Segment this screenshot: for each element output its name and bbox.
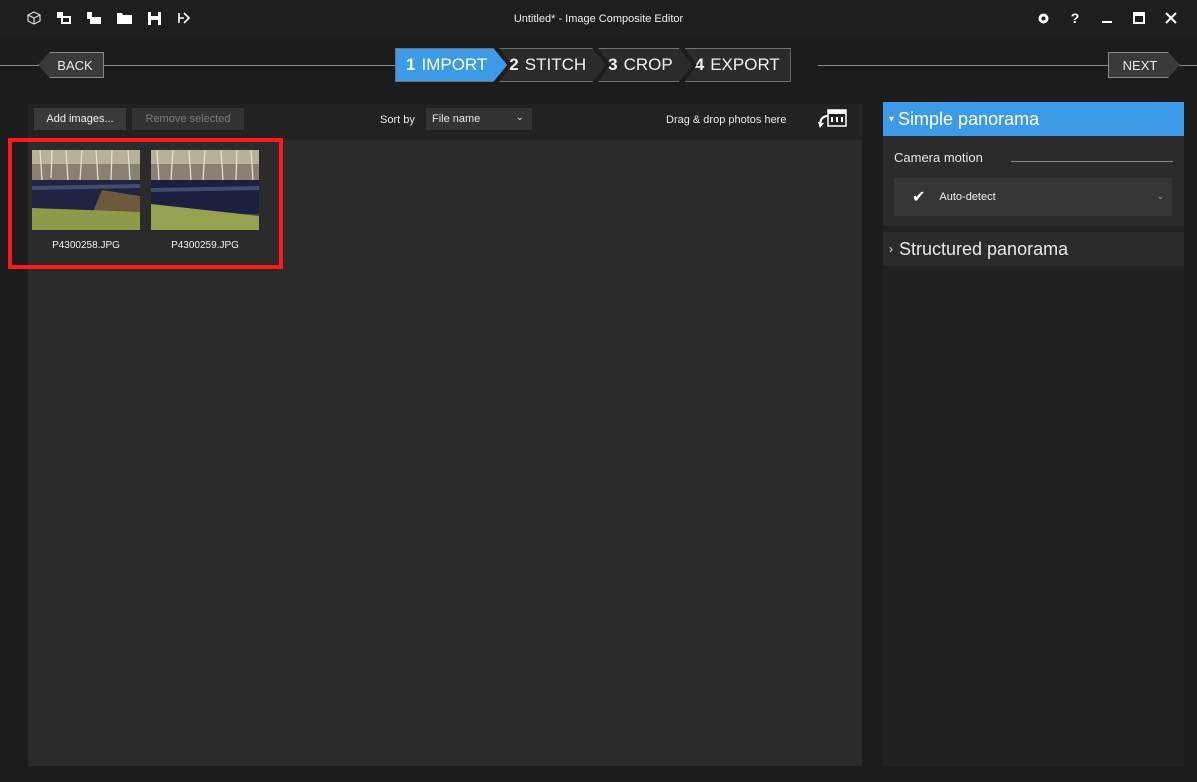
step-label: STITCH [524,55,587,74]
import-toolbar: Add images... Remove selected Sort by Fi… [28,104,862,140]
help-icon[interactable]: ? [1067,10,1083,26]
step-label: CROP [623,55,673,74]
chevron-right-icon: › [889,242,893,256]
drag-drop-label: Drag & drop photos here [666,114,787,126]
simple-panorama-body: Camera motion ✔ Auto-detect ⌄ [883,136,1184,226]
chevron-down-icon: ▾ [889,113,895,125]
step-number: 2 [509,55,519,74]
sort-by-select[interactable]: File name ⌄ [426,108,532,130]
camera-motion-value: Auto-detect [939,191,996,203]
step-crop[interactable]: 3 CROP [598,48,693,82]
thumbnail-image [32,150,140,230]
settings-icon[interactable] [1035,10,1051,26]
camera-motion-select[interactable]: ✔ Auto-detect ⌄ [894,178,1172,216]
minimize-icon[interactable] [1099,10,1115,26]
thumbnail-filename: P4300259.JPG [171,240,239,251]
step-stitch[interactable]: 2 STITCH [499,48,606,82]
step-export[interactable]: 4 EXPORT [684,48,791,82]
wizard-line-mid-left [104,65,396,66]
step-import[interactable]: 1 IMPORT [395,48,507,82]
title-bar: Untitled* - Image Composite Editor ? [0,0,1197,38]
wizard-line-left [0,65,40,66]
wizard-steps: 1 IMPORT 2 STITCH 3 CROP 4 EXPORT [395,48,791,82]
camera-motion-label: Camera motion [894,150,983,165]
step-label: IMPORT [421,55,488,74]
close-icon[interactable] [1163,10,1179,26]
chevron-down-icon: ⌄ [515,112,524,123]
wizard-line-mid-right [818,65,1110,66]
maximize-icon[interactable] [1131,10,1147,26]
step-label: EXPORT [710,55,780,74]
window-title: Untitled* - Image Composite Editor [513,13,684,25]
remove-selected-button[interactable]: Remove selected [132,108,244,130]
image-thumbnail[interactable]: P4300258.JPG [32,150,140,251]
import-panel: Add images... Remove selected Sort by Fi… [28,104,862,766]
thumbnail-image [151,150,259,230]
back-button[interactable]: BACK [38,52,104,78]
image-list[interactable]: P4300258.JPG P4300259.JPG [28,140,862,766]
chevron-down-icon: ⌄ [1156,191,1164,201]
structured-panorama-label: Structured panorama [899,238,1069,259]
step-number: 4 [694,55,705,74]
thumbnail-filename: P4300258.JPG [52,240,120,251]
sort-by-label: Sort by [380,114,415,126]
panorama-settings-panel: ▾ Simple panorama Camera motion ✔ Auto-d… [883,102,1184,766]
image-thumbnail[interactable]: P4300259.JPG [151,150,259,251]
check-icon: ✔ [912,189,926,206]
step-number: 3 [608,55,618,74]
sort-by-value: File name [432,113,481,125]
step-number: 1 [406,55,416,74]
structured-panorama-header[interactable]: › Structured panorama [883,232,1184,266]
add-images-button[interactable]: Add images... [34,108,126,130]
window-controls: ? [1035,10,1179,26]
next-button[interactable]: NEXT [1108,52,1180,78]
wizard-line-right [1180,65,1197,66]
wizard-bar: BACK 1 IMPORT 2 STITCH 3 CROP 4 EXPORT N… [0,38,1197,94]
simple-panorama-label: Simple panorama [898,108,1040,129]
drag-drop-icon [816,108,848,130]
simple-panorama-header[interactable]: ▾ Simple panorama [883,102,1184,136]
divider [1011,161,1173,162]
